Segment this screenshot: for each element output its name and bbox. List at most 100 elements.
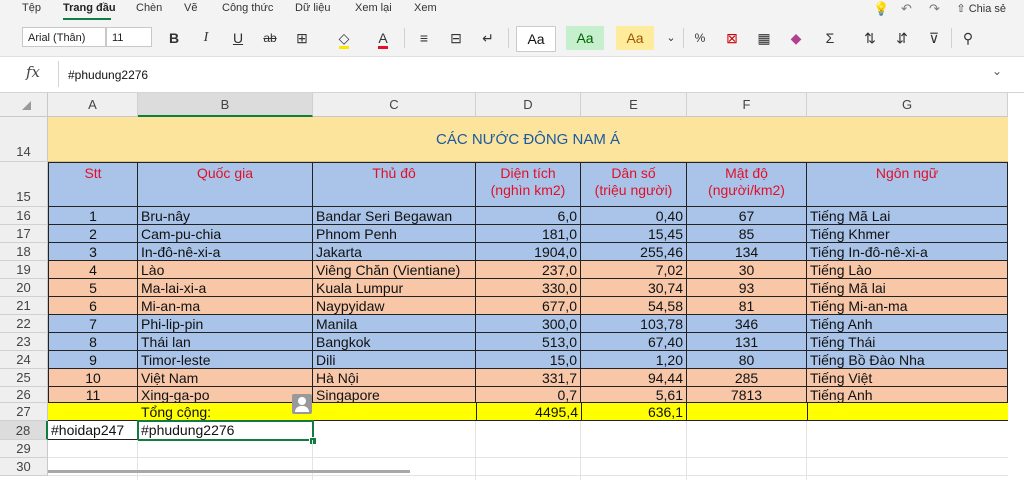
styles-dropdown-icon[interactable]: ⌄ [660, 27, 682, 49]
header-density[interactable]: Mật độ (người/km2) [687, 162, 807, 207]
font-size-input[interactable]: 11 [106, 27, 152, 47]
redo-icon[interactable]: ↷ [929, 1, 940, 17]
strikethrough-button[interactable]: ab [259, 27, 281, 49]
sort-asc-icon[interactable]: ⇅ [859, 27, 881, 49]
cell-language[interactable]: Tiếng Bồ Đào Nha [807, 351, 1008, 369]
cell-stt[interactable]: 1 [48, 207, 138, 225]
row-header[interactable]: 30 [0, 458, 48, 476]
filter-icon[interactable]: ⊽ [923, 27, 945, 49]
fill-color-icon[interactable]: ◇ [333, 27, 355, 49]
empty-row[interactable] [48, 458, 1008, 476]
cell-population[interactable]: 30,74 [581, 279, 687, 297]
cell-population[interactable]: 94,44 [581, 369, 687, 387]
cell-language[interactable]: Tiếng In-đô-nê-xi-a [807, 243, 1008, 261]
row-header[interactable]: 21 [0, 297, 48, 315]
column-header-e[interactable]: E [581, 93, 687, 117]
cell-capital[interactable]: Kuala Lumpur [313, 279, 476, 297]
sort-desc-icon[interactable]: ⇵ [891, 27, 913, 49]
cell-capital[interactable]: Viêng Chăn (Vientiane) [313, 261, 476, 279]
cell-capital[interactable]: Bandar Seri Begawan [313, 207, 476, 225]
cell-language[interactable]: Tiếng Anh [807, 315, 1008, 333]
cell-density[interactable]: 81 [687, 297, 807, 315]
cell-country[interactable]: Ma-lai-xi-a [138, 279, 313, 297]
cell-stt[interactable]: 8 [48, 333, 138, 351]
select-all-corner[interactable] [0, 93, 48, 117]
cell-country[interactable]: Xing-ga-po [138, 387, 313, 403]
cell-language[interactable]: Tiếng Anh [807, 387, 1008, 403]
fx-icon[interactable]: fx [26, 63, 40, 81]
cell-country[interactable]: Timor-leste [138, 351, 313, 369]
sheet-title[interactable]: CÁC NƯỚC ĐÔNG NAM Á [48, 117, 1008, 162]
cell-country[interactable]: Lào [138, 261, 313, 279]
row-header[interactable]: 29 [0, 440, 48, 458]
header-language[interactable]: Ngôn ngữ [807, 162, 1008, 207]
cell-density[interactable]: 93 [687, 279, 807, 297]
cell-area[interactable]: 1904,0 [476, 243, 581, 261]
row-header[interactable]: 23 [0, 333, 48, 351]
style-normal-button[interactable]: Aa [516, 26, 556, 52]
cell-density[interactable]: 131 [687, 333, 807, 351]
clear-format-icon[interactable]: ◆ [785, 27, 807, 49]
cell-country[interactable]: Việt Nam [138, 369, 313, 387]
row-header[interactable]: 19 [0, 261, 48, 279]
cell-area[interactable]: 181,0 [476, 225, 581, 243]
cell-density[interactable]: 85 [687, 225, 807, 243]
wrap-text-icon[interactable]: ↵ [477, 27, 499, 49]
row-header[interactable]: 24 [0, 351, 48, 369]
cell-capital[interactable]: Singapore [313, 387, 476, 403]
cell-stt[interactable]: 2 [48, 225, 138, 243]
cell-area[interactable]: 330,0 [476, 279, 581, 297]
cell-density[interactable]: 134 [687, 243, 807, 261]
menu-view[interactable]: Xem [414, 2, 437, 14]
menu-review[interactable]: Xem lại [355, 2, 392, 14]
cell-population[interactable]: 67,40 [581, 333, 687, 351]
cell-capital[interactable]: Jakarta [313, 243, 476, 261]
lightbulb-icon[interactable]: 💡 [873, 1, 889, 17]
share-button[interactable]: ⇧ Chia sẻ [956, 2, 1006, 15]
cell-density[interactable]: 67 [687, 207, 807, 225]
cell-language[interactable]: Tiếng Khmer [807, 225, 1008, 243]
row-header[interactable]: 17 [0, 225, 48, 243]
cell-country[interactable]: Mi-an-ma [138, 297, 313, 315]
menu-formulas[interactable]: Công thức [222, 2, 273, 14]
header-stt[interactable]: Stt [48, 162, 138, 207]
cell-population[interactable]: 54,58 [581, 297, 687, 315]
row-header[interactable]: 18 [0, 243, 48, 261]
cell-stt[interactable]: 5 [48, 279, 138, 297]
cell-capital[interactable]: Bangkok [313, 333, 476, 351]
cell-capital[interactable]: Phnom Penh [313, 225, 476, 243]
column-header-f[interactable]: F [687, 93, 807, 117]
italic-button[interactable]: I [195, 27, 217, 49]
row-header[interactable]: 27 [0, 403, 48, 421]
bold-button[interactable]: B [163, 27, 185, 49]
cell-capital[interactable]: Dili [313, 351, 476, 369]
autosum-button[interactable]: Σ [819, 27, 841, 49]
menu-data[interactable]: Dữ liệu [295, 2, 331, 14]
cell-population[interactable]: 255,46 [581, 243, 687, 261]
cell-population[interactable]: 1,20 [581, 351, 687, 369]
cell-country[interactable]: In-đô-nê-xi-a [138, 243, 313, 261]
row-header[interactable]: 26 [0, 387, 48, 403]
cell-density[interactable]: 30 [687, 261, 807, 279]
cell-density[interactable]: 346 [687, 315, 807, 333]
column-header-d[interactable]: D [476, 93, 581, 117]
header-country[interactable]: Quốc gia [138, 162, 313, 207]
style-good-button[interactable]: Aa [566, 26, 604, 50]
cell-area[interactable]: 6,0 [476, 207, 581, 225]
row-header[interactable]: 25 [0, 369, 48, 387]
formula-input[interactable]: #phudung2276 [68, 68, 148, 82]
cell-population[interactable]: 15,45 [581, 225, 687, 243]
cell-stt[interactable]: 6 [48, 297, 138, 315]
menu-insert[interactable]: Chèn [136, 2, 162, 14]
cell-capital[interactable]: Manila [313, 315, 476, 333]
cell-language[interactable]: Tiếng Mi-an-ma [807, 297, 1008, 315]
person-icon[interactable] [292, 394, 312, 414]
cell-area[interactable]: 15,0 [476, 351, 581, 369]
search-icon[interactable]: ⚲ [957, 27, 979, 49]
row-header[interactable]: 15 [0, 162, 48, 207]
total-label[interactable]: Tổng cộng: [138, 403, 313, 421]
cell-language[interactable]: Tiếng Mã lai [807, 279, 1008, 297]
cell-area[interactable]: 300,0 [476, 315, 581, 333]
cell-country[interactable]: Cam-pu-chia [138, 225, 313, 243]
cell-language[interactable]: Tiếng Thái [807, 333, 1008, 351]
